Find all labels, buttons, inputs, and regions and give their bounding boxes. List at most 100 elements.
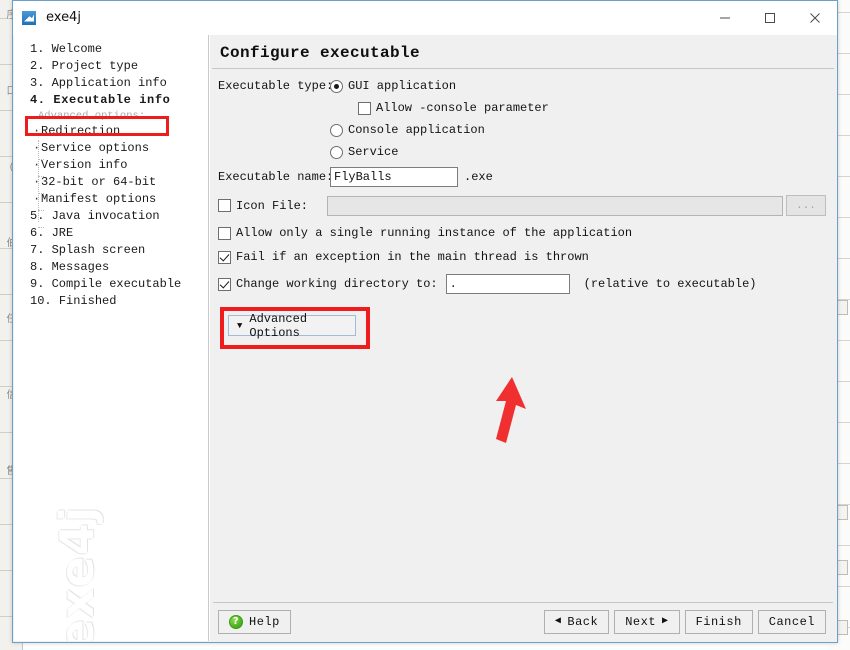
step-number: 5. [30,209,45,223]
executable-name-label: Executable name: [218,170,334,184]
radio-service-label: Service [348,145,399,159]
icon-file-label-group: Icon File: [218,199,327,213]
executable-config-form: Executable type: GUI application Allow -… [210,69,836,602]
step-label: Finished [58,294,117,308]
step-number: 1. [30,42,45,56]
step-number: 4. [30,93,46,107]
sidebar-item-splash-screen[interactable]: 7. Splash screen [14,242,208,259]
sidebar-item-java-invocation[interactable]: 5. Java invocation [14,208,208,225]
working-directory-label: Change working directory to: [236,277,438,291]
step-label: Java invocation [51,209,160,223]
content-panel: Configure executable Executable type: GU… [209,35,836,641]
cancel-button[interactable]: Cancel [757,610,826,634]
bullet-icon: · [33,192,41,206]
triangle-right-icon: ▶ [662,616,669,627]
step-number: 6. [30,226,45,240]
icon-file-row: Icon File: ... [218,195,826,216]
allow-console-row: Allow -console parameter [330,101,826,115]
sidebar-item-executable-info[interactable]: 4. Executable info [14,92,208,109]
executable-type-row: Executable type: GUI application [218,79,826,93]
sidebar-item-finished[interactable]: 10. Finished [14,293,208,310]
checkbox-change-working-directory[interactable] [218,277,231,291]
icon-file-input[interactable] [326,195,783,216]
executable-name-row: Executable name: .exe [218,167,826,187]
window-controls [702,1,837,34]
subitem-label: 32-bit or 64-bit [41,175,157,189]
console-application-row: Console application [330,123,826,137]
executable-type-label: Executable type: [218,79,334,93]
single-instance-label: Allow only a single running instance of … [236,226,633,240]
screenshot-root: 序口(伯任信售 exe4j exe4j 1. Welcome 2. Projec… [0,0,850,650]
radio-service[interactable] [330,145,343,159]
subitem-label: Manifest options [41,192,157,206]
triangle-left-icon: ◀ [554,616,562,627]
step-label: Project type [51,59,139,73]
sidebar-subitem-version-info[interactable]: · Version info [14,157,208,174]
step-number: 2. [30,59,45,73]
help-button[interactable]: ? Help [218,610,291,634]
sidebar-item-welcome[interactable]: 1. Welcome [14,41,208,58]
content-header: Configure executable [212,35,834,69]
finish-button[interactable]: Finish [684,610,753,634]
step-number: 10. [30,294,52,308]
step-label: Splash screen [51,243,146,257]
sidebar-subitem-manifest-options[interactable]: · Manifest options [14,191,208,208]
fail-on-exception-row: Fail if an exception in the main thread … [218,250,826,264]
advanced-options-label: Advanced Options [249,311,308,340]
exe4j-watermark: exe4j [50,505,104,641]
bullet-icon: · [33,124,41,138]
radio-gui-application[interactable] [330,79,343,93]
back-button[interactable]: ◀ Back [543,610,610,634]
checkbox-allow-console-parameter[interactable] [358,101,371,115]
working-directory-row: Change working directory to: (relative t… [218,274,826,294]
sidebar-item-jre[interactable]: 6. JRE [14,225,208,242]
step-number: 8. [30,260,45,274]
step-label: Executable info [53,93,171,107]
exe4j-app-icon [21,9,37,26]
checkbox-icon-file[interactable] [218,199,231,212]
allow-console-parameter-label: Allow -console parameter [376,101,549,115]
step-label: Messages [51,260,110,274]
sidebar-item-messages[interactable]: 8. Messages [14,259,208,276]
minimize-icon[interactable] [702,1,747,34]
subitem-label: Service options [41,141,150,155]
sidebar-subitem-redirection[interactable]: · Redirection [14,123,208,140]
next-label: Next [625,615,657,629]
sidebar-subitem-service-options[interactable]: · Service options [14,140,208,157]
step-number: 9. [30,277,45,291]
finish-label: Finish [695,615,742,629]
bullet-icon: · [33,175,41,189]
caret-down-icon: ▼ [237,320,243,331]
sidebar-item-compile-executable[interactable]: 9. Compile executable [14,276,208,293]
single-instance-row: Allow only a single running instance of … [218,226,826,240]
page-title: Configure executable [220,44,421,62]
wizard-step-list: 1. Welcome 2. Project type 3. Applicatio… [14,35,208,310]
working-directory-input[interactable] [445,274,570,294]
executable-name-input[interactable] [330,167,458,187]
checkbox-single-instance[interactable] [218,226,231,240]
close-icon[interactable] [792,1,837,34]
exe4j-wizard-window: exe4j exe4j 1. Welcome 2. Project type 3… [12,0,838,643]
radio-console-application[interactable] [330,123,343,137]
subitem-label: Redirection [41,124,121,138]
wizard-footer: ? Help ◀ Back Next ▶ Finish Cancel [210,603,836,641]
window-title: exe4j [46,10,81,25]
icon-file-browse-button[interactable]: ... [786,195,826,216]
service-row: Service [330,145,826,159]
step-number: 7. [30,243,45,257]
step-label: Compile executable [51,277,182,291]
window-titlebar: exe4j [13,1,837,35]
sidebar-item-project-type[interactable]: 2. Project type [14,58,208,75]
back-label: Back [567,615,599,629]
sidebar-subitem-32-or-64-bit[interactable]: · 32-bit or 64-bit [14,174,208,191]
checkbox-fail-on-exception[interactable] [218,250,231,264]
next-button[interactable]: Next ▶ [614,610,680,634]
window-body: exe4j 1. Welcome 2. Project type 3. Appl… [13,35,837,642]
help-label: Help [249,615,280,629]
wizard-step-sidebar: exe4j 1. Welcome 2. Project type 3. Appl… [14,35,209,641]
sidebar-item-application-info[interactable]: 3. Application info [14,75,208,92]
maximize-icon[interactable] [747,1,792,34]
subitem-label: Version info [41,158,128,172]
advanced-options-button[interactable]: ▼ Advanced Options [228,312,356,340]
icon-file-label: Icon File: [236,198,309,213]
